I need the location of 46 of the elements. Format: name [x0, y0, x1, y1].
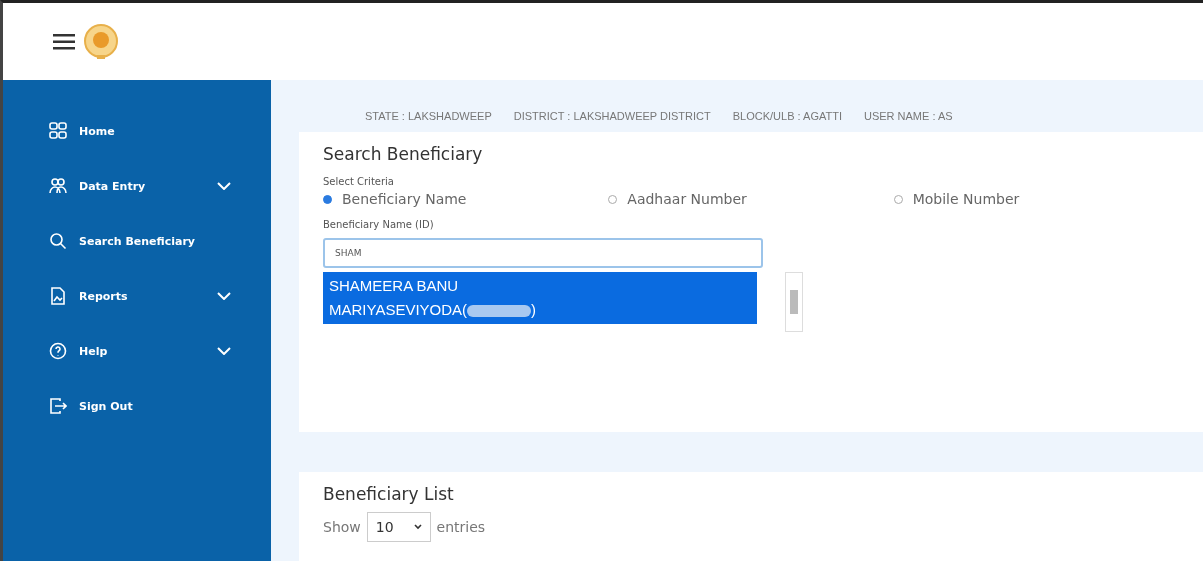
sidebar-label: Help: [79, 344, 109, 358]
search-icon: [49, 232, 67, 250]
show-label: Show: [323, 519, 361, 535]
sidebar-label: Data Entry: [79, 179, 147, 193]
sidebar-item[interactable]: Home: [3, 118, 271, 144]
sidebar-item[interactable]: Help: [3, 338, 271, 364]
radio-label: Beneficiary Name: [342, 191, 467, 207]
sidebar-item[interactable]: Search Beneficiary: [3, 228, 271, 254]
document-icon: [49, 287, 67, 305]
page-size-select[interactable]: 10: [366, 512, 431, 542]
emblem-logo: [83, 22, 119, 61]
radio-button[interactable]: [323, 194, 332, 204]
entries-label: entries: [436, 519, 486, 535]
info-text: DISTRICT : LAKSHADWEEP DISTRICT: [513, 110, 711, 124]
radio-option[interactable]: Beneficiary Name: [323, 191, 609, 207]
sign-out-icon: [49, 397, 67, 415]
chevron-down-icon: [217, 182, 231, 190]
grid-icon: [49, 122, 67, 140]
sidebar-label: Reports: [79, 289, 129, 303]
card-title: Beneficiary List: [323, 484, 455, 504]
card-title: Search Beneficiary: [323, 144, 484, 164]
suggestion-option[interactable]: SHAMEERA BANU MARIYASEVIYODA( ): [323, 272, 757, 324]
sidebar-label: Home: [79, 124, 116, 138]
people-icon: [49, 177, 67, 195]
info-text: STATE : LAKSHADWEEP: [365, 110, 492, 124]
field-label: Beneficiary Name (ID): [323, 219, 435, 230]
radio-option[interactable]: Aadhaar Number: [608, 191, 894, 207]
chevron-down-icon: [217, 347, 231, 355]
menu-icon[interactable]: [53, 33, 75, 50]
radio-label: Aadhaar Number: [627, 191, 747, 207]
radio-label: Mobile Number: [912, 191, 1020, 207]
info-text: BLOCK/ULB : AGATTI: [732, 110, 842, 124]
scrollbar[interactable]: [785, 272, 803, 332]
redaction-mark: [467, 305, 532, 318]
sidebar-label: Search Beneficiary: [79, 234, 196, 248]
name-input-field[interactable]: SHAM: [323, 238, 763, 268]
field-label: Select Criteria: [323, 176, 395, 187]
sidebar-item[interactable]: Data Entry: [3, 173, 271, 199]
caret-icon: [413, 524, 422, 530]
info-text: USER NAME : AS: [863, 110, 953, 124]
sidebar-label: Sign Out: [79, 399, 134, 413]
chevron-down-icon: [217, 292, 231, 300]
help-icon: [49, 342, 67, 360]
sidebar-item[interactable]: Sign Out: [3, 393, 271, 419]
sidebar-item[interactable]: Reports: [3, 283, 271, 309]
radio-option[interactable]: Mobile Number: [893, 191, 1179, 207]
